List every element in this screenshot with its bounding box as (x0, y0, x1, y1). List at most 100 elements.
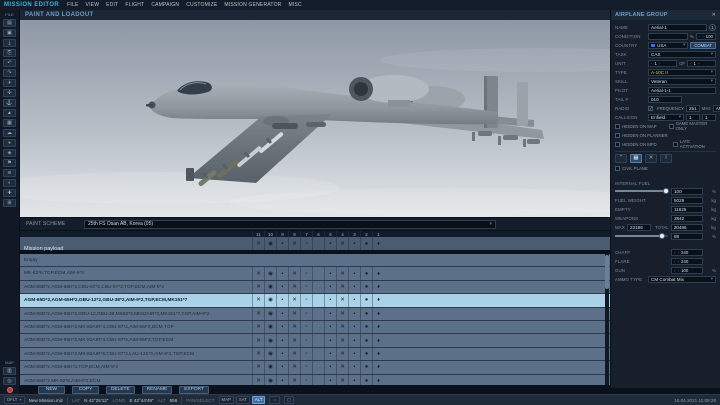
menu-edit[interactable]: EDIT (106, 2, 118, 8)
hidden-on-planner-checkbox[interactable] (615, 133, 620, 138)
chaff-stepper[interactable]: ‹›240 (671, 249, 703, 256)
flare-stepper[interactable]: ‹›240 (671, 258, 703, 265)
payload-row[interactable]: AGM-65D*2,AGM-65H*2,MK-82AIR*4,CBU-87*2,… (20, 334, 610, 347)
task-select[interactable]: CAS ▾ (648, 51, 716, 58)
pilot-input[interactable]: Aerial-1-1 (648, 87, 716, 94)
unit-total-stepper[interactable]: ‹1› (687, 60, 716, 67)
rename-button[interactable]: RENAME (142, 386, 173, 394)
copy-button[interactable]: COPY (72, 386, 99, 394)
undo-icon[interactable]: ↶ (3, 59, 16, 67)
map-layer-icon[interactable]: ▥ (3, 367, 16, 375)
hidden-on-mfd-checkbox[interactable] (615, 142, 620, 147)
add-vehicle-icon[interactable]: ▲ (3, 109, 16, 117)
slider-knob[interactable] (659, 233, 665, 239)
scrollbar-thumb[interactable] (605, 255, 609, 289)
add-static-icon[interactable]: ▦ (3, 119, 16, 127)
menu-campaign[interactable]: CAMPAIGN (151, 2, 179, 8)
payload-row[interactable]: AGM-65D*2,AGM-65H*2,GBU-12*2,GBU-38*2,AI… (20, 294, 610, 307)
redo-icon[interactable]: ↷ (3, 69, 16, 77)
fullscreen-button[interactable]: ▢ (284, 396, 294, 404)
country-select[interactable]: USA ▾ (648, 42, 688, 49)
type-select[interactable]: A-10C II ▾ (648, 69, 716, 76)
grid-icon[interactable]: ⊞ (3, 199, 16, 207)
close-icon[interactable]: ✕ (712, 10, 716, 20)
skill-select[interactable]: Veteran ▾ (648, 78, 716, 85)
templates-icon[interactable]: ◐ (3, 179, 16, 187)
modulation-select[interactable]: AM (713, 105, 720, 112)
frequency-input[interactable]: 251 (686, 105, 700, 112)
unit-count: 1 (654, 61, 656, 66)
export-button[interactable]: EXPORT (179, 386, 209, 394)
aircraft-3d-viewport[interactable] (20, 20, 610, 217)
loadout-tab[interactable]: ▦ (630, 154, 642, 163)
map-options-icon[interactable]: ◎ (3, 377, 16, 385)
hidden-on-map-checkbox[interactable] (615, 124, 620, 129)
payload-row[interactable]: MK-82*6,TGP,ECM,AIM-9*2✕◉▪✕▫▪✕▪●♦ (20, 267, 610, 280)
abort-tab[interactable]: ✕ (645, 154, 657, 163)
name-label: NAME (615, 25, 648, 30)
stepper-left-icon[interactable]: ‹ (699, 34, 700, 39)
condition-stepper[interactable]: ‹ › 100 (696, 33, 716, 40)
menu-view[interactable]: VIEW (86, 2, 100, 8)
payload-row[interactable]: Empty (20, 254, 610, 267)
payload-row[interactable]: AGM-65D*2,MK-82*6,AIM-9*2,ECM✕◉▪✕▫▪✕▪●♦ (20, 375, 610, 385)
station-weapon-icon: ♦ (372, 321, 384, 333)
open-mission-icon[interactable]: ▣ (3, 29, 16, 37)
slider-knob[interactable] (663, 188, 669, 194)
delete-button[interactable]: DELETE (106, 386, 135, 394)
zones-icon[interactable]: ◈ (3, 149, 16, 157)
menu-misc[interactable]: MISC (289, 2, 302, 8)
payload-list-scrollbar[interactable] (605, 254, 609, 385)
menu-flight[interactable]: FLIGHT (125, 2, 144, 8)
view-map-button[interactable]: MAP (219, 396, 234, 404)
internal-fuel-value[interactable]: 100 (671, 188, 703, 195)
combat-button[interactable]: COMBAT (690, 42, 716, 49)
add-airplane-icon[interactable]: ✈ (3, 79, 16, 87)
paint-scheme-select[interactable]: 25th FS Osan AB, Korea (05) ▾ (84, 220, 496, 229)
internal-fuel-slider[interactable] (615, 190, 668, 192)
add-ship-icon[interactable]: ⚓ (3, 99, 16, 107)
view-sat-button[interactable]: SAT (236, 396, 250, 404)
civil-plane-checkbox[interactable] (615, 166, 620, 171)
condition-input[interactable] (648, 33, 688, 40)
summary-tab[interactable]: Ι (660, 154, 672, 163)
fit-view-button[interactable]: ⇔ (269, 396, 279, 404)
callsign-num1-input[interactable]: 1 (686, 114, 700, 121)
route-tab[interactable]: ⌃ (615, 154, 627, 163)
new-button[interactable]: NEW (38, 386, 65, 394)
radio-checkbox[interactable]: ✓ (648, 106, 653, 111)
ruler-icon[interactable]: ≋ (3, 169, 16, 177)
stepper-right-icon[interactable]: › (702, 34, 703, 39)
add-point-icon[interactable]: ✚ (3, 189, 16, 197)
menu-customize[interactable]: CUSTOMIZE (186, 2, 217, 8)
mission-payload-row[interactable]: Mission payload ✕◉▪✕▫▪✕▪●♦ (20, 237, 610, 250)
total-weight-slider[interactable] (615, 235, 668, 237)
payload-row[interactable]: AGM-65D*2,AGM-65H*2,CBU-87*2,CBU-97*2,TG… (20, 281, 610, 294)
add-helicopter-icon[interactable]: ✣ (3, 89, 16, 97)
payload-row[interactable]: AGM-65D*2,AGM-65H*2,MK-82AIR*4,CBU-87*2,… (20, 321, 610, 334)
new-mission-icon[interactable]: ▤ (3, 19, 16, 27)
weather-icon[interactable]: ☁ (3, 129, 16, 137)
briefing-icon[interactable]: ⎘ (3, 49, 16, 57)
payload-row[interactable]: AGM-65D*2,AGM-65H*2,MK-82AIR*6,CBU-87*2,… (20, 348, 610, 361)
group-name-input[interactable]: Aerial-1 (648, 24, 707, 31)
ok-status-icon[interactable]: ● (3, 139, 16, 147)
game-master-only-checkbox[interactable] (669, 124, 674, 129)
menu-file[interactable]: FILE (67, 2, 78, 8)
view-alt-button[interactable]: ALT (252, 396, 266, 404)
callsign-select[interactable]: Enfield ▾ (648, 114, 684, 121)
ammo-type-select[interactable]: CM Combat Mix ▾ (648, 276, 716, 283)
save-mission-icon[interactable]: ⤓ (3, 39, 16, 47)
late-activation-checkbox[interactable] (673, 142, 678, 147)
usa-flag-icon (651, 44, 655, 47)
flag-icon[interactable]: ⚑ (3, 159, 16, 167)
callsign-num2-input[interactable]: 1 (702, 114, 716, 121)
unit-count-stepper[interactable]: ‹1› (648, 60, 677, 67)
station-weapon-icon: ♦ (372, 267, 384, 279)
menu-mission-generator[interactable]: MISSION GENERATOR (224, 2, 281, 8)
tail-number-input[interactable]: 010 (648, 96, 682, 103)
coord-format-select[interactable]: DFLT ▾ (4, 396, 25, 404)
gun-stepper[interactable]: ‹›100 (671, 267, 703, 274)
payload-row[interactable]: AGM-65D*2,AGM-65H*2,GBU-12,GBU-38,MK82*2… (20, 308, 610, 321)
payload-row[interactable]: AGM-65D*2,AGM-65H*2,TGP,ECM,AIM-9*2✕◉▪✕▫… (20, 361, 610, 374)
